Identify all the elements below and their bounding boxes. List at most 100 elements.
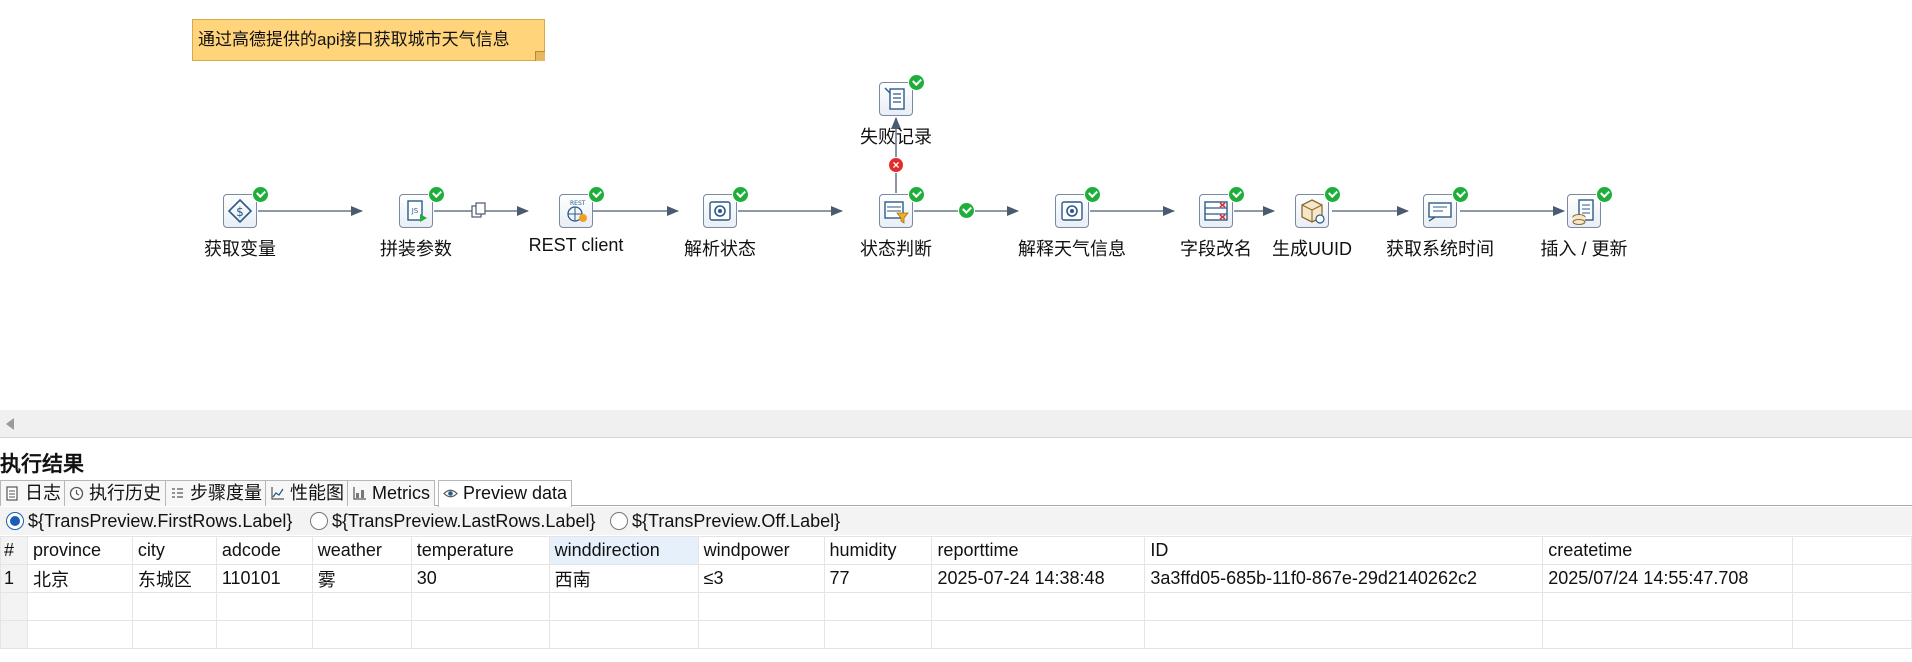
column-header-id[interactable]: ID	[1144, 536, 1544, 565]
table-cell[interactable]: 北京	[26, 564, 133, 593]
column-header-humidity[interactable]: humidity	[823, 536, 933, 565]
radio-first-rows[interactable]: ${TransPreview.FirstRows.Label}	[4, 511, 292, 531]
select-values-icon	[1204, 201, 1228, 221]
preview-data-table[interactable]: # province city adcode weather temperatu…	[0, 536, 1912, 649]
radio-label: ${TransPreview.Off.Label}	[632, 511, 841, 531]
step-gen-uuid[interactable]	[1295, 194, 1329, 228]
column-header-windpower[interactable]: windpower	[697, 536, 825, 565]
column-header-weather[interactable]: weather	[311, 536, 412, 565]
table-cell[interactable]: 雾	[311, 564, 412, 593]
table-cell	[1144, 592, 1544, 621]
step-ok-icon	[1228, 186, 1245, 203]
table-cell	[26, 592, 133, 621]
column-header-province[interactable]: province	[26, 536, 133, 565]
table-cell[interactable]: 1	[0, 564, 28, 593]
step-ok-icon	[1452, 186, 1469, 203]
table-cell	[548, 620, 699, 649]
step-get-variables[interactable]: $	[223, 194, 257, 228]
table-cell	[931, 620, 1146, 649]
radio-label: ${TransPreview.FirstRows.Label}	[28, 511, 293, 531]
table-cell	[1792, 620, 1912, 649]
hop-error-icon: ×	[888, 157, 904, 173]
step-label: 拼装参数	[380, 239, 452, 259]
step-ok-icon	[908, 186, 925, 203]
table-cell	[1144, 620, 1544, 649]
column-header-temperature[interactable]: temperature	[410, 536, 550, 565]
radio-off[interactable]: ${TransPreview.Off.Label}	[608, 511, 840, 531]
table-header-row: # province city adcode weather temperatu…	[0, 536, 1912, 565]
tab-label: 性能图	[290, 483, 344, 503]
history-icon	[69, 486, 84, 501]
results-title: 执行结果	[0, 453, 84, 476]
column-header-index[interactable]: #	[0, 536, 28, 565]
step-fail-record[interactable]	[879, 82, 913, 116]
step-ok-icon	[1324, 186, 1341, 203]
step-parse-status[interactable]	[703, 194, 737, 228]
table-cell[interactable]: 3a3ffd05-685b-11f0-867e-29d2140262c2	[1144, 564, 1544, 593]
step-status-check[interactable]	[879, 194, 913, 228]
step-label: 解释天气信息	[1018, 239, 1126, 259]
column-header-winddirection[interactable]: winddirection	[548, 536, 699, 565]
tab-performance[interactable]: 性能图	[265, 480, 349, 506]
transformation-canvas[interactable]: 通过高德提供的api接口获取城市天气信息 $ 获取变量 JS 拼装参数 REST…	[0, 0, 1912, 410]
table-cell[interactable]: 2025/07/24 14:55:47.708	[1542, 564, 1794, 593]
note-fold-corner	[535, 51, 545, 61]
column-header-filler	[1792, 536, 1912, 565]
step-ok-icon	[428, 186, 445, 203]
text-output-icon	[884, 87, 905, 110]
column-header-adcode[interactable]: adcode	[215, 536, 313, 565]
table-cell[interactable]: 西南	[548, 564, 699, 593]
table-cell	[697, 620, 825, 649]
table-cell	[131, 592, 217, 621]
tab-metrics[interactable]: Metrics	[347, 480, 435, 506]
hop-lines	[258, 117, 1565, 216]
preview-mode-bar: ${TransPreview.FirstRows.Label} ${TransP…	[0, 507, 1912, 535]
step-rest-client[interactable]: REST	[559, 194, 593, 228]
scroll-left-icon[interactable]	[6, 418, 14, 430]
tab-history[interactable]: 执行历史	[64, 480, 166, 506]
table-cell	[1792, 592, 1912, 621]
table-cell[interactable]: 2025-07-24 14:38:48	[931, 564, 1146, 593]
table-cell	[311, 592, 412, 621]
table-row-empty	[0, 592, 1912, 621]
radio-last-rows[interactable]: ${TransPreview.LastRows.Label}	[308, 511, 595, 531]
radio-button-icon[interactable]	[6, 512, 24, 530]
step-build-params[interactable]: JS	[399, 194, 433, 228]
tab-step-metrics[interactable]: 步骤度量	[165, 480, 267, 506]
table-cell[interactable]: ≤3	[697, 564, 825, 593]
step-ok-icon	[1084, 186, 1101, 203]
tab-preview-data[interactable]: Preview data	[438, 480, 573, 507]
tab-log[interactable]: 日志	[0, 480, 66, 506]
eye-icon	[443, 489, 458, 498]
step-label: 生成UUID	[1272, 239, 1352, 259]
step-rename-fields[interactable]	[1199, 194, 1233, 228]
hop-true-icon	[958, 202, 975, 219]
step-label: 解析状态	[684, 239, 756, 259]
table-cell[interactable]: 110101	[215, 564, 313, 593]
column-header-city[interactable]: city	[131, 536, 217, 565]
table-cell	[311, 620, 412, 649]
table-cell[interactable]: 东城区	[131, 564, 217, 593]
step-label: 获取变量	[204, 239, 276, 259]
json-input-icon	[709, 201, 731, 221]
step-label: 状态判断	[860, 239, 932, 259]
canvas-note[interactable]: 通过高德提供的api接口获取城市天气信息	[192, 19, 545, 61]
log-icon	[6, 486, 18, 501]
radio-button-icon[interactable]	[610, 512, 628, 530]
table-row[interactable]: 1 北京 东城区 110101 雾 30 西南 ≤3 77 2025-07-24…	[0, 564, 1912, 593]
step-parse-weather[interactable]	[1055, 194, 1089, 228]
column-header-createtime[interactable]: createtime	[1542, 536, 1794, 565]
variable-icon: $	[227, 198, 253, 224]
table-cell	[26, 620, 133, 649]
table-cell[interactable]: 30	[410, 564, 550, 593]
script-icon: JS	[407, 200, 427, 222]
canvas-horizontal-scrollbar[interactable]	[0, 410, 1912, 438]
step-insert-update[interactable]	[1567, 194, 1601, 228]
table-cell[interactable]: 77	[823, 564, 933, 593]
column-header-reporttime[interactable]: reporttime	[931, 536, 1146, 565]
table-cell	[548, 592, 699, 621]
step-get-system-time[interactable]	[1423, 194, 1457, 228]
system-info-icon	[1428, 202, 1452, 222]
radio-button-icon[interactable]	[310, 512, 328, 530]
copy-rows-icon	[470, 202, 488, 220]
